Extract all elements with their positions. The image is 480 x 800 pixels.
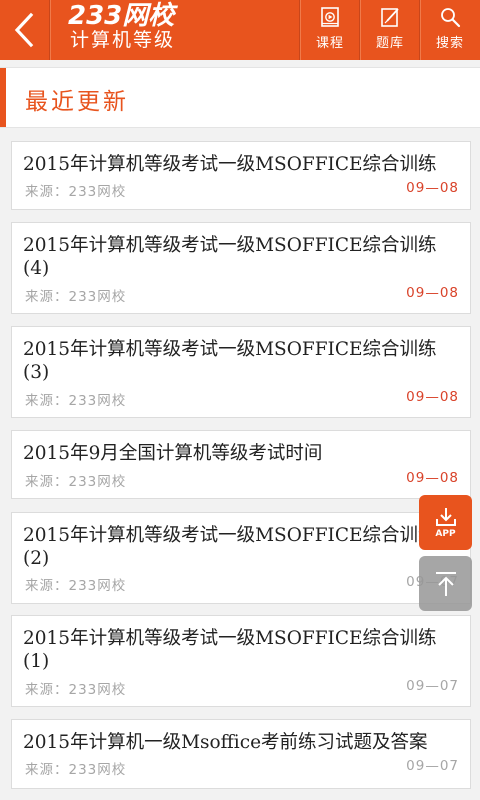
article-source: 来源：233网校 <box>25 682 127 698</box>
article-item[interactable]: 2015年计算机等级考试一级MSOFFICE综合训练(3) 来源：233网校 0… <box>11 326 471 418</box>
article-source: 来源：233网校 <box>25 578 127 594</box>
article-source: 来源：233网校 <box>25 289 127 305</box>
article-date: 09—08 <box>406 180 459 196</box>
article-item[interactable]: 2015年计算机一级Msoffice考前练习试题及答案 来源：233网校 09—… <box>11 719 471 789</box>
question-bank-icon <box>381 8 399 27</box>
chevron-left-icon <box>14 12 34 48</box>
section-header: 最近更新 <box>0 67 480 128</box>
nav-question-bank-label: 题库 <box>375 36 404 51</box>
brand-logo: 233网校 <box>68 1 175 31</box>
article-title: 2015年计算机一级Msoffice考前练习试题及答案 <box>23 732 428 753</box>
arrow-up-icon <box>435 571 456 596</box>
section-title: 最近更新 <box>25 89 129 115</box>
article-date: 09—07 <box>406 758 459 774</box>
app-subtitle: 计算机等级 <box>70 29 176 51</box>
article-title: 2015年计算机等级考试一级MSOFFICE综合训练(4) <box>23 235 437 279</box>
back-to-top-button[interactable] <box>419 556 472 611</box>
article-item[interactable]: 2015年9月全国计算机等级考试时间 来源：233网校 09—08 <box>11 430 471 499</box>
nav-question-bank-button[interactable]: 题库 <box>361 0 419 60</box>
nav-course-label: 课程 <box>315 36 344 51</box>
nav-search-label: 搜索 <box>435 36 464 51</box>
article-title: 2015年计算机等级考试一级MSOFFICE综合训练(3) <box>23 339 437 383</box>
article-title: 2015年计算机等级考试一级MSOFFICE综合训练(1) <box>23 628 437 672</box>
article-source: 来源：233网校 <box>25 474 127 490</box>
article-date: 09—07 <box>406 678 459 694</box>
article-source: 来源：233网校 <box>25 184 127 200</box>
search-icon <box>441 8 461 28</box>
article-date: 09—08 <box>406 470 459 486</box>
download-app-button[interactable]: APP <box>419 495 472 550</box>
article-title: 2015年计算机等级考试一级MSOFFICE综合训练(2) <box>23 525 437 569</box>
article-title: 2015年9月全国计算机等级考试时间 <box>23 443 323 464</box>
download-app-label: APP <box>435 529 456 539</box>
article-item[interactable]: 2015年计算机等级考试一级MSOFFICE综合训练(4) 来源：233网校 0… <box>11 222 471 314</box>
article-title: 2015年计算机等级考试一级MSOFFICE综合训练 <box>23 154 437 175</box>
article-item[interactable]: 2015年计算机等级考试一级MSOFFICE综合训练 来源：233网校 09—0… <box>11 141 471 210</box>
back-button[interactable] <box>0 0 48 60</box>
article-source: 来源：233网校 <box>25 393 127 409</box>
download-icon <box>435 508 456 526</box>
nav-search-button[interactable]: 搜索 <box>421 0 479 60</box>
nav-course-button[interactable]: 课程 <box>301 0 359 60</box>
article-item[interactable]: 2015年计算机等级考试一级MSOFFICE综合训练(2) 来源：233网校 0… <box>11 512 471 604</box>
article-item[interactable]: 2015年计算机等级考试一级MSOFFICE综合训练(1) 来源：233网校 0… <box>11 615 471 707</box>
article-date: 09—08 <box>406 389 459 405</box>
article-source: 来源：233网校 <box>25 762 127 778</box>
course-icon <box>321 7 339 27</box>
section-accent-bar <box>0 68 6 127</box>
top-bar: 233网校 计算机等级 课程 题库 搜索 <box>0 0 480 60</box>
article-date: 09—08 <box>406 285 459 301</box>
